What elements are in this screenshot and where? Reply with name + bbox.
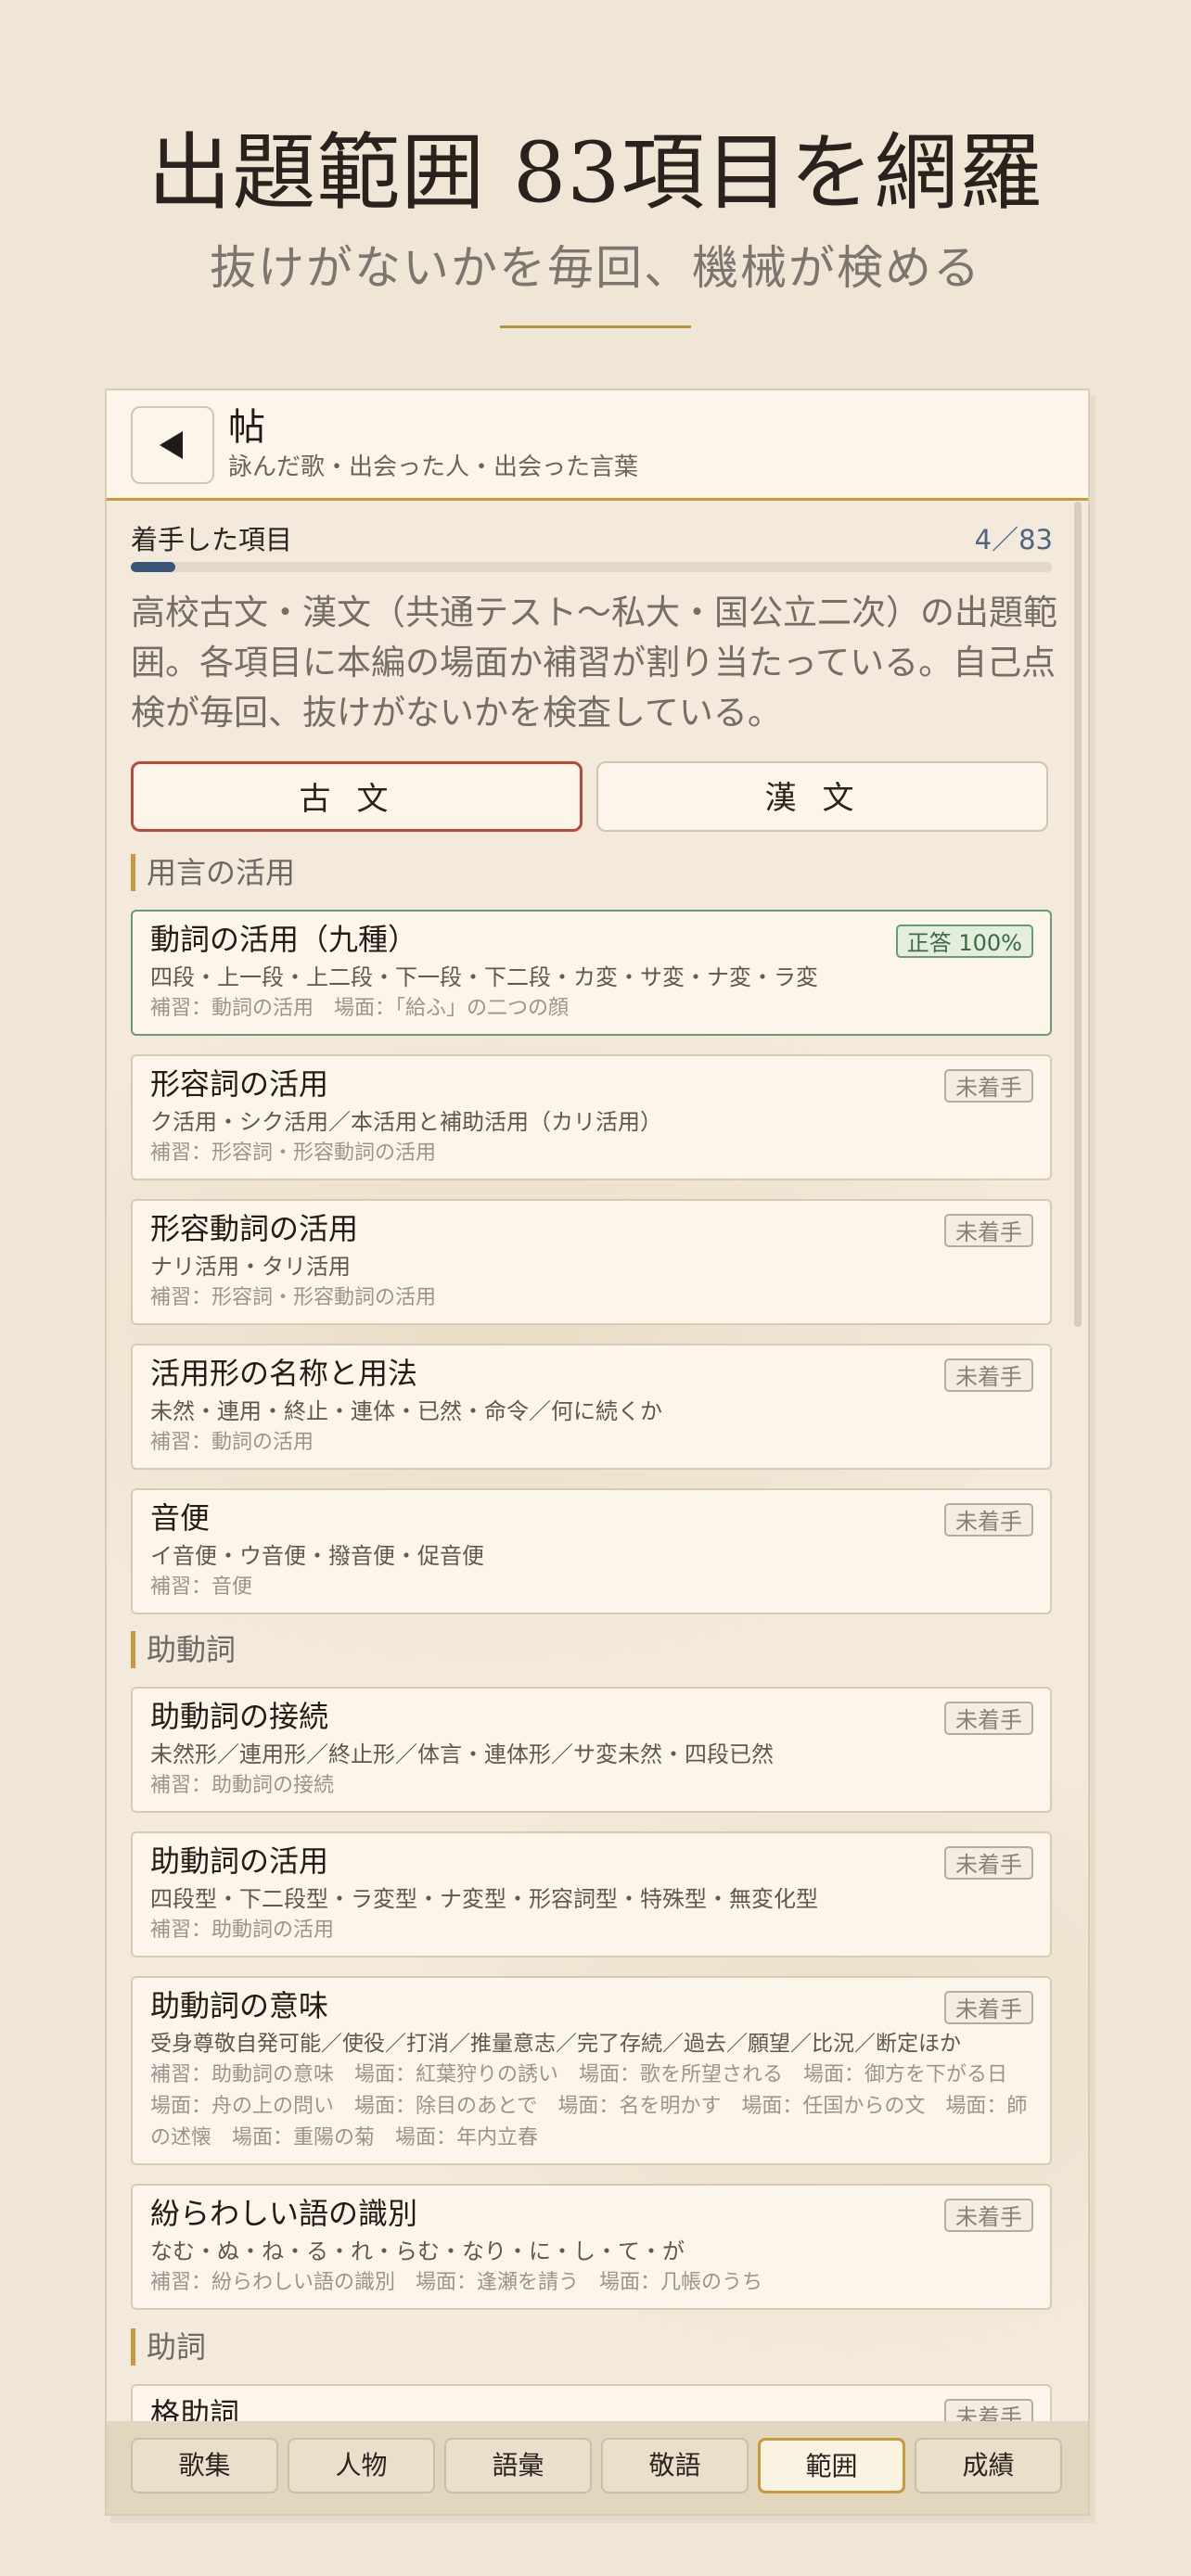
item-description: 未然・連用・終止・連体・已然・命令／何に続くか [150, 1398, 662, 1424]
tab-kanbun[interactable]: 漢文 [596, 761, 1048, 832]
item-title: 形容詞の活用 [150, 1066, 329, 1102]
section-title: 助動詞 [147, 1632, 237, 1667]
item-description: イ音便・ウ音便・撥音便・促音便 [150, 1543, 484, 1569]
item-title: 助動詞の意味 [150, 1988, 329, 2023]
item-note: 補習：音便 [150, 1575, 253, 1599]
section-accent [131, 854, 135, 891]
range-item[interactable]: 形容動詞の活用 未着手 ナリ活用・タリ活用 補習：形容詞・形容動詞の活用 [131, 1199, 1052, 1325]
hero-subtitle: 抜けがないかを毎回、機械が検める [210, 241, 981, 295]
status-badge: 未着手 [944, 1069, 1033, 1103]
hero-title: 出題範囲 83項目を網羅 [147, 124, 1044, 222]
nav-kashu[interactable]: 歌集 [131, 2438, 278, 2493]
range-item[interactable]: 活用形の名称と用法 未着手 未然・連用・終止・連体・已然・命令／何に続くか 補習… [131, 1344, 1052, 1470]
item-note: 補習：形容詞・形容動詞の活用 [150, 1286, 437, 1309]
range-item[interactable]: 助動詞の活用 未着手 四段型・下二段型・ラ変型・ナ変型・形容詞型・特殊型・無変化… [131, 1831, 1052, 1958]
section-header: 助動詞 [131, 1631, 502, 1668]
range-item[interactable]: 音便 未着手 イ音便・ウ音便・撥音便・促音便 補習：音便 [131, 1488, 1052, 1614]
item-description: 受身尊敬自発可能／使役／打消／推量意志／完了存続／過去／願望／比況／断定ほか [150, 2032, 961, 2056]
progress-count: 4／83 [974, 524, 1053, 555]
section-accent [131, 2328, 135, 2366]
section-title: 用言の活用 [147, 855, 296, 890]
nav-hani[interactable]: 範囲 [758, 2438, 905, 2493]
item-title: 形容動詞の活用 [150, 1211, 359, 1246]
range-item[interactable]: 助動詞の接続 未着手 未然形／連用形／終止形／体言・連体形／サ変未然・四段已然 … [131, 1687, 1052, 1813]
status-badge: 正答 100% [895, 925, 1033, 958]
item-title: 助動詞の活用 [150, 1843, 329, 1879]
header-title: 帖 [228, 406, 265, 449]
tab-kobun[interactable]: 古文 [131, 761, 583, 832]
status-badge: 未着手 [944, 2199, 1033, 2232]
item-note: 補習：動詞の活用 場面：「給ふ」の二つの顔 [150, 997, 570, 1020]
status-badge: 未着手 [944, 1991, 1033, 2024]
item-note: 補習：動詞の活用 [150, 1431, 314, 1454]
back-triangle-icon [160, 431, 183, 459]
item-note: 補習：助動詞の接続 [150, 1774, 335, 1797]
range-item[interactable]: 動詞の活用（九種） 正答 100% 四段・上一段・上二段・下一段・下二段・カ変・… [131, 910, 1052, 1036]
item-description: 未然形／連用形／終止形／体言・連体形／サ変未然・四段已然 [150, 1741, 774, 1767]
section-header: 助詞 [131, 2328, 502, 2366]
item-note: 補習：助動詞の意味 場面：紅葉狩りの誘い 場面：歌を所望される 場面：御方を下が… [150, 2063, 1029, 2149]
app-panel: 帖 詠んだ歌・出会った人・出会った言葉 着手した項目 4／83 高校古文・漢文（… [105, 389, 1090, 2516]
item-note: 補習：助動詞の活用 [150, 1919, 335, 1942]
section-title: 助詞 [147, 2329, 207, 2365]
item-description: ナリ活用・タリ活用 [150, 1254, 351, 1280]
intro-text: 高校古文・漢文（共通テスト〜私大・国公立二次）の出題範囲。各項目に本編の場面か補… [131, 593, 1057, 733]
status-badge: 未着手 [944, 1846, 1033, 1880]
item-note: 補習：形容詞・形容動詞の活用 [150, 1141, 437, 1165]
nav-keigo[interactable]: 敬語 [601, 2438, 749, 2493]
item-note: 補習：紛らわしい語の識別 場面：逢瀬を請う 場面：几帳のうち [150, 2271, 763, 2294]
back-button[interactable] [131, 406, 214, 484]
status-badge: 未着手 [944, 1503, 1033, 1537]
status-badge: 未着手 [944, 1358, 1033, 1392]
status-badge: 未着手 [944, 1214, 1033, 1247]
item-title: 紛らわしい語の識別 [150, 2196, 418, 2231]
app-header: 帖 詠んだ歌・出会った人・出会った言葉 [107, 390, 1088, 501]
item-title: 助動詞の接続 [150, 1699, 329, 1734]
range-item[interactable]: 助動詞の意味 未着手 受身尊敬自発可能／使役／打消／推量意志／完了存続／過去／願… [131, 1976, 1052, 2165]
item-description: なむ・ぬ・ね・る・れ・らむ・なり・に・し・て・が [150, 2238, 685, 2264]
item-title: 活用形の名称と用法 [150, 1356, 418, 1391]
range-item[interactable]: 形容詞の活用 未着手 ク活用・シク活用／本活用と補助活用（カリ活用） 補習：形容… [131, 1054, 1052, 1180]
range-item[interactable]: 紛らわしい語の識別 未着手 なむ・ぬ・ね・る・れ・らむ・なり・に・し・て・が 補… [131, 2184, 1052, 2310]
progress-label: 着手した項目 [131, 524, 293, 555]
status-badge: 未着手 [944, 1702, 1033, 1735]
item-title: 音便 [150, 1500, 211, 1536]
progress-bar-fill [131, 562, 175, 572]
scrollbar[interactable] [1074, 502, 1082, 1327]
nav-goi[interactable]: 語彙 [444, 2438, 592, 2493]
hero-divider [500, 325, 691, 328]
progress-bar [131, 562, 1052, 572]
bottom-nav: 歌集 人物 語彙 敬語 範囲 成績 [107, 2421, 1088, 2514]
section-header: 用言の活用 [131, 854, 502, 891]
item-description: 四段・上一段・上二段・下一段・下二段・カ変・サ変・ナ変・ラ変 [150, 964, 818, 990]
header-subtitle: 詠んだ歌・出会った人・出会った言葉 [228, 453, 639, 481]
item-title: 動詞の活用（九種） [150, 922, 418, 957]
section-accent [131, 1631, 135, 1668]
item-description: 四段型・下二段型・ラ変型・ナ変型・形容詞型・特殊型・無変化型 [150, 1886, 818, 1912]
nav-seiseki[interactable]: 成績 [915, 2438, 1062, 2493]
item-description: ク活用・シク活用／本活用と補助活用（カリ活用） [150, 1109, 662, 1135]
nav-jinbutsu[interactable]: 人物 [288, 2438, 435, 2493]
